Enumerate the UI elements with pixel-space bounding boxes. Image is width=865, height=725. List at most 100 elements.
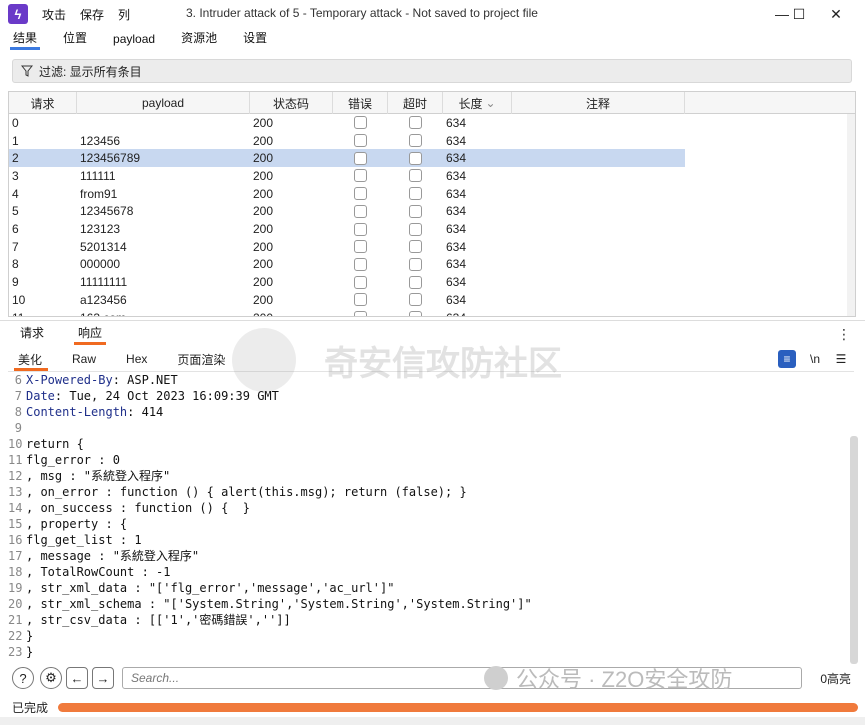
cell-payload: 123456789	[80, 151, 141, 166]
gear-icon[interactable]: ⚙	[40, 667, 62, 689]
checkbox[interactable]	[354, 204, 367, 218]
burp-app-icon: ϟ	[8, 4, 28, 24]
checkbox[interactable]	[409, 311, 422, 316]
cell-error	[333, 203, 388, 221]
checkbox[interactable]	[409, 222, 422, 236]
code-text: , str_csv_data : [['1','密碼錯誤','']]	[26, 613, 291, 627]
tab-positions[interactable]: 位置	[50, 29, 100, 50]
wrap-lines-icon[interactable]: ≡	[778, 350, 796, 368]
cell-comment	[512, 220, 685, 238]
tab-results[interactable]: 结果	[0, 29, 50, 50]
checkbox[interactable]	[354, 134, 367, 148]
column-header-status[interactable]: 状态码	[250, 92, 333, 114]
checkbox[interactable]	[409, 169, 422, 183]
column-header-payload[interactable]: payload	[77, 92, 250, 114]
line-number: 18	[8, 565, 23, 579]
help-icon[interactable]: ?	[12, 667, 34, 689]
table-row[interactable]: 11163.com200 634	[9, 309, 685, 316]
editor-scrollbar[interactable]	[850, 436, 858, 664]
table-row[interactable]: 6 123123 200 634	[9, 220, 685, 238]
table-header: 请求 payload 状态码 错误 超时 长度 ⌄ 注释	[9, 92, 855, 114]
checkbox[interactable]	[409, 204, 422, 218]
next-match-button[interactable]: →	[92, 667, 114, 689]
column-header-error[interactable]: 错误	[333, 92, 388, 114]
checkbox[interactable]	[354, 311, 367, 316]
window-titlebar: ϟ 攻击 保存 列 3. Intruder attack of 5 - Temp…	[0, 0, 865, 28]
tab-request[interactable]: 请求	[0, 321, 58, 345]
cell-error	[333, 273, 388, 291]
tab-hex[interactable]: Hex	[108, 347, 159, 371]
view-menu-icon[interactable]: ☰	[832, 350, 850, 368]
cell-request: 1	[12, 133, 19, 148]
cell-comment	[512, 256, 685, 274]
cell-error	[333, 256, 388, 274]
checkbox[interactable]	[409, 116, 422, 130]
response-editor[interactable]: 6 X-Powered-By: ASP.NET 7 Date: Tue, 24 Oct…	[8, 371, 854, 659]
menu-save[interactable]: 保存	[80, 6, 104, 23]
table-row[interactable]: 5 12345678 200 634	[9, 203, 685, 221]
checkbox[interactable]	[354, 275, 367, 289]
checkbox[interactable]	[409, 187, 422, 201]
checkbox[interactable]	[354, 257, 367, 271]
cell-comment	[512, 132, 685, 150]
tab-response[interactable]: 响应	[58, 321, 116, 345]
table-row[interactable]: 1 123456 200 634	[9, 132, 685, 150]
column-header-length[interactable]: 长度 ⌄	[443, 92, 512, 114]
code-text: }	[26, 645, 34, 659]
column-header-request[interactable]: 请求	[9, 92, 77, 114]
watermark-bottom: 公众号 · Z2O安全攻防	[484, 662, 732, 694]
code-line: 19, str_xml_data : "['flg_error','messag…	[8, 580, 854, 596]
table-scrollbar[interactable]	[847, 114, 855, 316]
checkbox[interactable]	[354, 293, 367, 307]
results-table: 请求 payload 状态码 错误 超时 长度 ⌄ 注释 0 200 634 1 123…	[8, 91, 856, 317]
tab-settings[interactable]: 设置	[230, 29, 280, 50]
tab-raw[interactable]: Raw	[54, 347, 108, 371]
menu-attack[interactable]: 攻击	[42, 6, 66, 23]
table-row[interactable]: 9 11111111 200 634	[9, 273, 685, 291]
wechat-icon	[484, 666, 508, 690]
cell-payload: 000000	[80, 257, 121, 272]
checkbox[interactable]	[409, 275, 422, 289]
checkbox[interactable]	[409, 240, 422, 254]
checkbox[interactable]	[409, 151, 422, 165]
cell-comment	[512, 185, 685, 203]
table-row[interactable]: 7 5201314 200 634	[9, 238, 685, 256]
table-row[interactable]: 0 200 634	[9, 114, 685, 132]
table-row[interactable]: 10 a123456 200 634	[9, 291, 685, 309]
maximize-button[interactable]: ☐	[789, 4, 809, 24]
checkbox[interactable]	[354, 169, 367, 183]
newline-toggle-icon[interactable]: \n	[806, 350, 824, 368]
filter-bar[interactable]: 过滤: 显示所有条目	[12, 59, 852, 83]
checkbox[interactable]	[354, 222, 367, 236]
checkbox[interactable]	[409, 293, 422, 307]
menu-columns[interactable]: 列	[118, 6, 130, 23]
cell-request: 6	[12, 222, 19, 237]
cell-error	[333, 238, 388, 256]
code-text: , str_xml_data : "['flg_error','message'…	[26, 581, 395, 595]
column-header-timeout[interactable]: 超时	[388, 92, 443, 114]
checkbox[interactable]	[409, 257, 422, 271]
more-options-icon[interactable]: ⋮	[837, 326, 851, 343]
checkbox[interactable]	[354, 187, 367, 201]
close-button[interactable]: ✕	[826, 4, 846, 24]
tab-resource-pool[interactable]: 资源池	[168, 29, 230, 50]
table-row[interactable]: 8 000000 200 634	[9, 256, 685, 274]
code-line: 15, property : {	[8, 516, 854, 532]
checkbox[interactable]	[409, 134, 422, 148]
tab-pretty[interactable]: 美化	[0, 347, 54, 371]
tab-render[interactable]: 页面渲染	[159, 347, 237, 371]
cell-length: 634	[446, 115, 467, 130]
checkbox[interactable]	[354, 116, 367, 130]
code-line: 11 flg_error : 0	[8, 452, 854, 468]
table-row[interactable]: 2 123456789 200 634	[9, 149, 685, 168]
tab-payloads[interactable]: payload	[100, 32, 168, 50]
table-row[interactable]: 3 111111 200 634	[9, 167, 685, 185]
checkbox[interactable]	[354, 240, 367, 254]
checkbox[interactable]	[354, 151, 367, 165]
cell-length: 634	[446, 151, 467, 166]
cell-timeout	[388, 149, 443, 167]
cell-payload: a123456	[80, 292, 127, 307]
table-row[interactable]: 4 from91 200 634	[9, 185, 685, 203]
previous-match-button[interactable]: ←	[66, 667, 88, 689]
column-header-comment[interactable]: 注释	[512, 92, 685, 114]
